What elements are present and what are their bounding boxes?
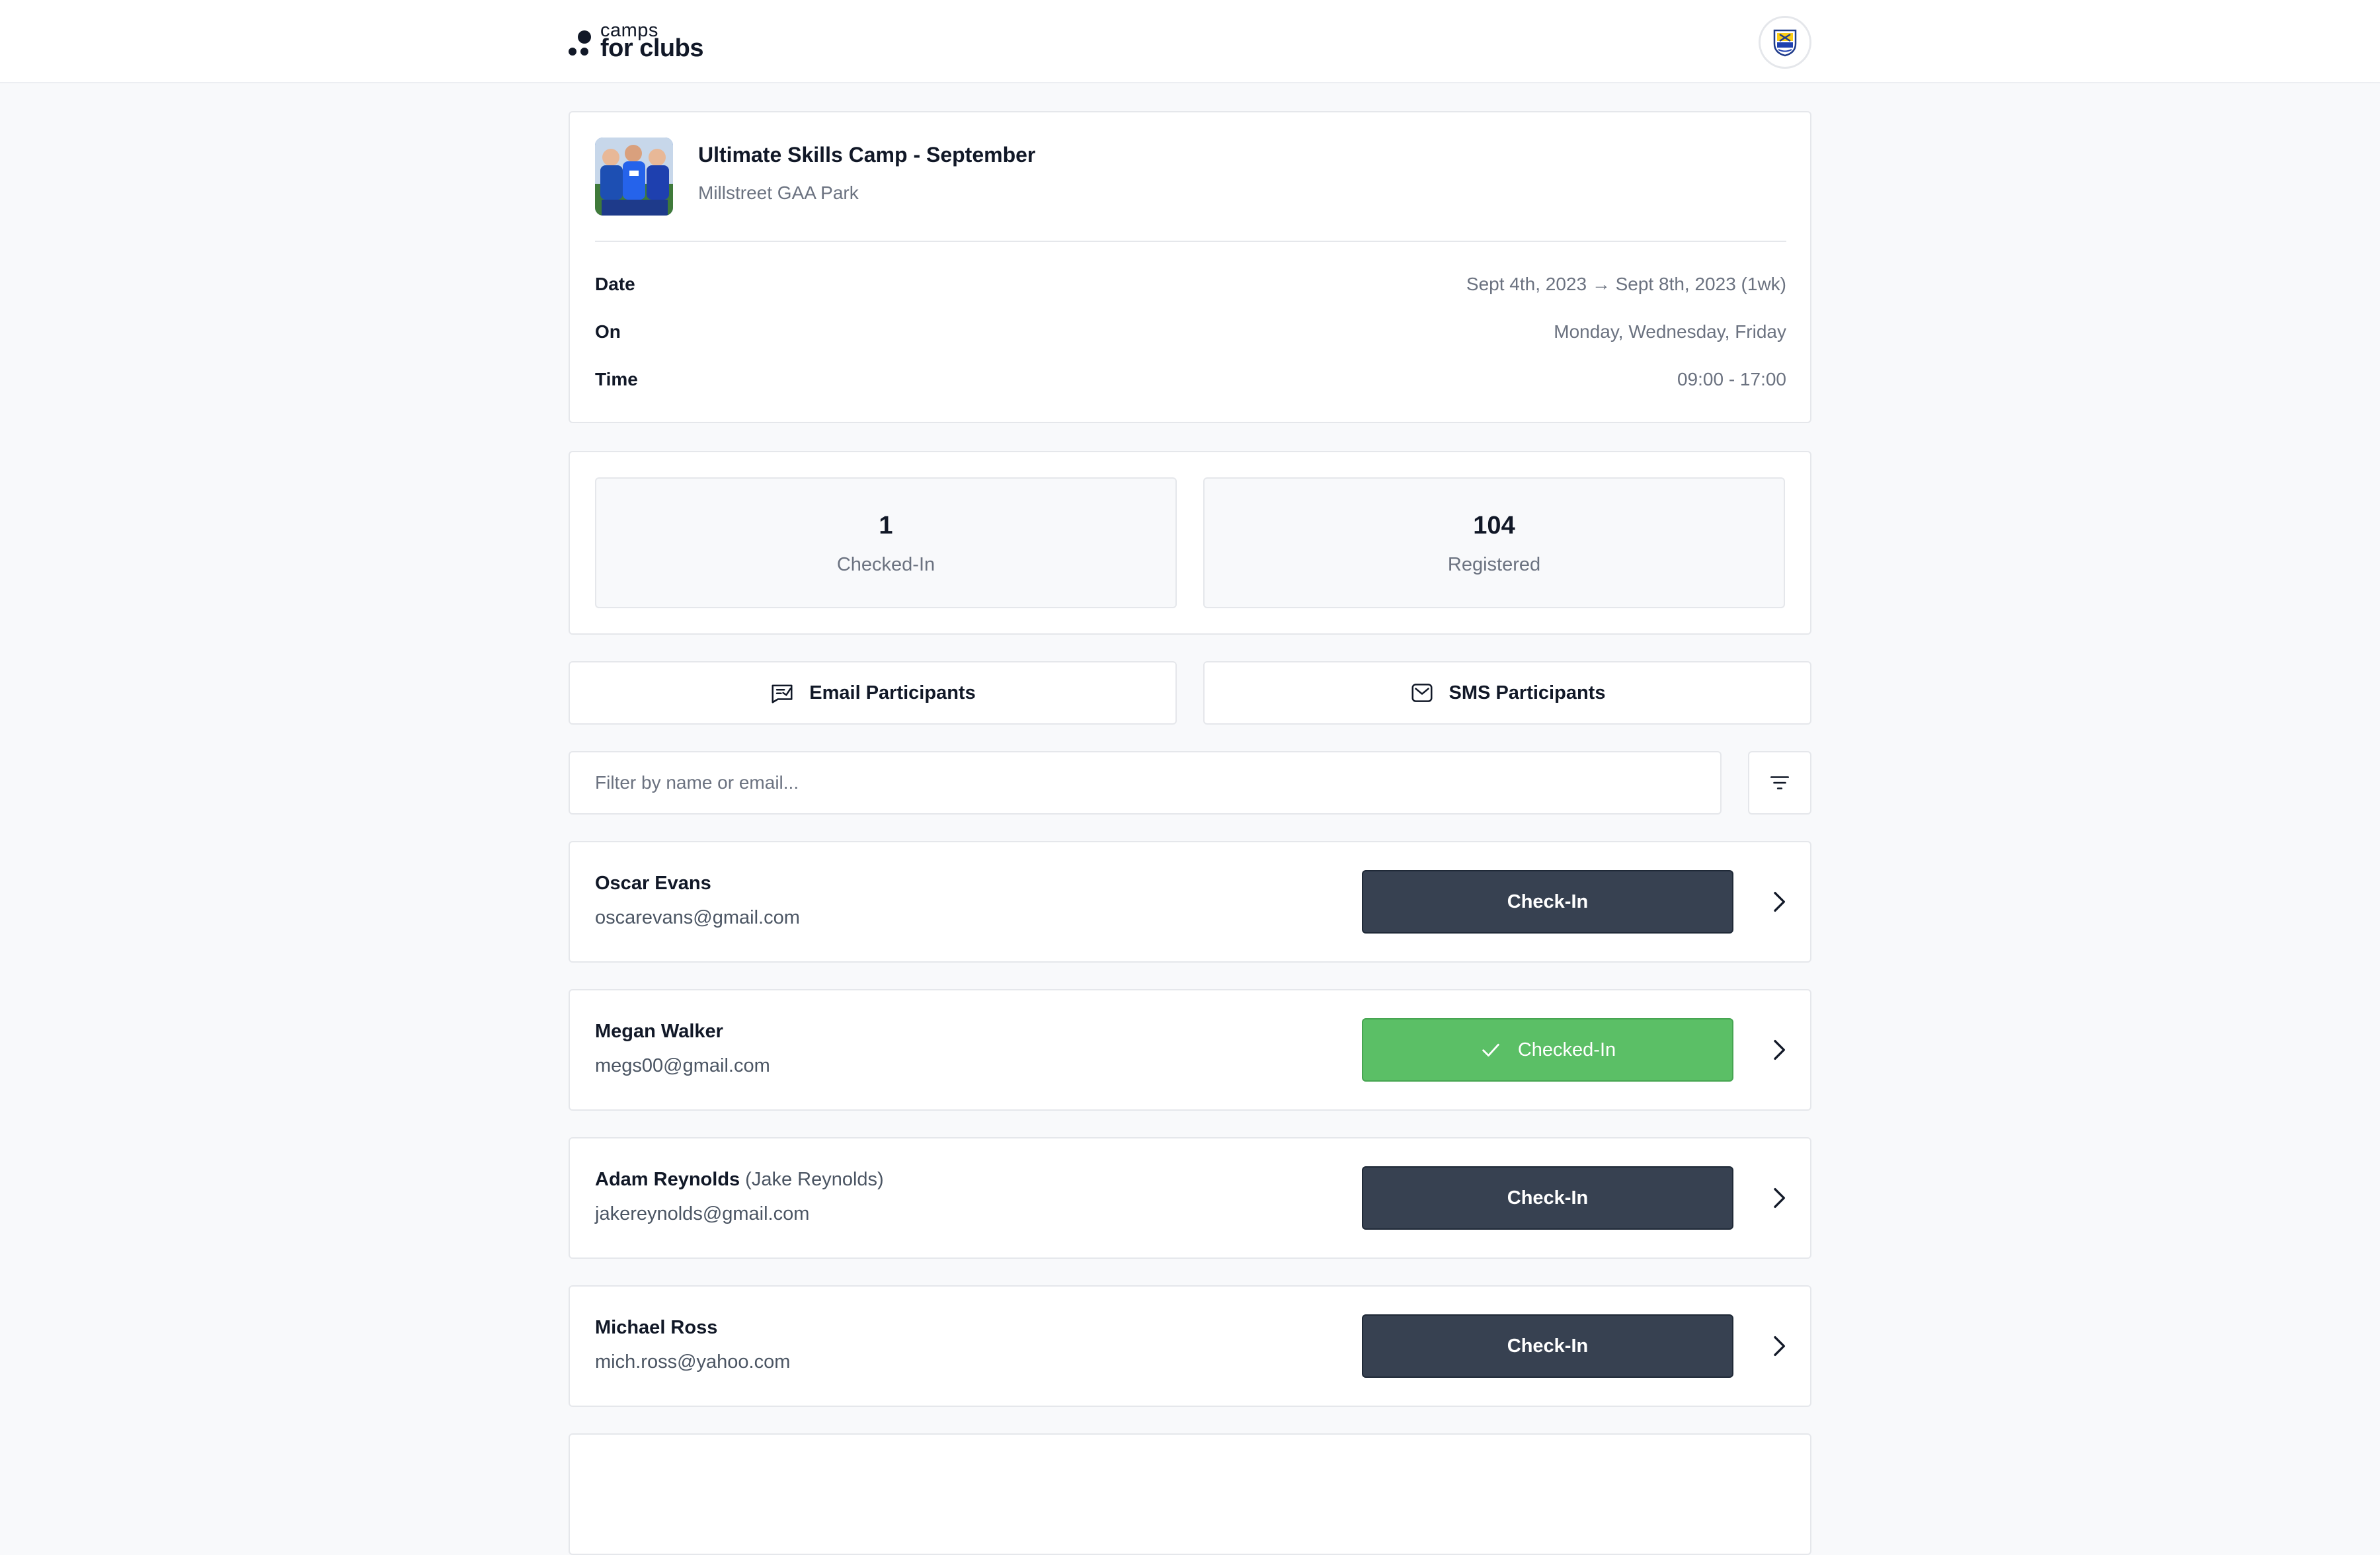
email-participants-button[interactable]: Email Participants: [569, 661, 1177, 725]
camp-thumbnail-image: [595, 138, 673, 216]
email-participants-label: Email Participants: [809, 682, 976, 703]
check-in-label: Check-In: [1507, 891, 1589, 912]
participant-name: Adam Reynolds (Jake Reynolds): [595, 1169, 884, 1191]
logo-dots-icon: [567, 28, 602, 62]
detail-row-time: Time 09:00 - 17:00: [595, 369, 1786, 395]
detail-value: Sept 4th, 2023 → Sept 8th, 2023 (1wk): [1466, 274, 1786, 294]
registered-label: Registered: [1447, 554, 1541, 575]
participant-row[interactable]: Adam Reynolds (Jake Reynolds) jakereynold…: [569, 1137, 1811, 1259]
top-bar: camps for clubs: [0, 0, 2380, 83]
checked-in-stat: 1 Checked-In: [595, 477, 1177, 608]
check-in-button[interactable]: Check-In: [1362, 1166, 1733, 1230]
participant-guardian: (Jake Reynolds): [745, 1169, 884, 1190]
check-icon: [1482, 1043, 1499, 1057]
camp-title: Ultimate Skills Camp - September: [698, 143, 1036, 167]
detail-label: Date: [595, 274, 635, 294]
filter-options-button[interactable]: [1748, 751, 1811, 815]
sms-participants-label: SMS Participants: [1448, 682, 1606, 703]
chevron-right-icon[interactable]: [1765, 1333, 1792, 1359]
attendance-stats-card: 1 Checked-In 104 Registered: [569, 451, 1811, 635]
checked-in-button[interactable]: Checked-In: [1362, 1018, 1733, 1082]
sms-participants-button[interactable]: SMS Participants: [1203, 661, 1811, 725]
participant-email: oscarevans@gmail.com: [595, 907, 800, 928]
registered-count: 104: [1473, 512, 1515, 539]
participant-filter-input[interactable]: [569, 751, 1722, 815]
detail-value: 09:00 - 17:00: [1677, 369, 1786, 389]
registered-stat: 104 Registered: [1203, 477, 1785, 608]
participant-name: Oscar Evans: [595, 873, 717, 895]
participant-name: Michael Ross: [595, 1317, 723, 1339]
filter-lines-icon: [1770, 776, 1790, 789]
camp-details-card: Ultimate Skills Camp - September Millstr…: [569, 111, 1811, 423]
participant-name-text: Oscar Evans: [595, 873, 711, 894]
check-in-button[interactable]: Check-In: [1362, 1314, 1733, 1378]
participant-email: mich.ross@yahoo.com: [595, 1351, 791, 1373]
participant-row[interactable]: Megan Walker megs00@gmail.com Checked-In: [569, 989, 1811, 1111]
check-in-button[interactable]: Check-In: [1362, 870, 1733, 934]
participant-row[interactable]: [569, 1433, 1811, 1555]
chevron-right-icon[interactable]: [1765, 889, 1792, 915]
camps-for-clubs-logo[interactable]: camps for clubs: [567, 20, 713, 62]
detail-label: On: [595, 321, 621, 342]
chevron-right-icon[interactable]: [1765, 1037, 1792, 1063]
detail-row-days: On Monday, Wednesday, Friday: [595, 321, 1786, 348]
participant-name-text: Megan Walker: [595, 1021, 723, 1042]
divider: [595, 241, 1786, 242]
envelope-icon: [1411, 684, 1433, 702]
detail-label: Time: [595, 369, 638, 389]
checked-in-count: 1: [879, 512, 893, 539]
detail-value: Monday, Wednesday, Friday: [1554, 321, 1786, 342]
participant-row[interactable]: Michael Ross mich.ross@yahoo.com Check-I…: [569, 1285, 1811, 1407]
chevron-right-icon[interactable]: [1765, 1185, 1792, 1211]
checked-in-label: Checked-In: [836, 554, 935, 575]
camp-venue: Millstreet GAA Park: [698, 182, 859, 203]
participant-name: Megan Walker: [595, 1021, 729, 1043]
participant-name-text: Michael Ross: [595, 1317, 718, 1338]
participant-email: jakereynolds@gmail.com: [595, 1203, 810, 1224]
checked-in-label: Checked-In: [1517, 1039, 1616, 1060]
club-crest-avatar[interactable]: [1759, 16, 1811, 69]
participant-row[interactable]: Oscar Evans oscarevans@gmail.com Check-I…: [569, 841, 1811, 963]
detail-row-date: Date Sept 4th, 2023 → Sept 8th, 2023 (1w…: [595, 274, 1786, 300]
check-in-label: Check-In: [1507, 1335, 1589, 1357]
club-crest-icon: [1773, 29, 1797, 57]
check-in-label: Check-In: [1507, 1187, 1589, 1209]
participant-email: megs00@gmail.com: [595, 1055, 770, 1076]
participant-name-text: Adam Reynolds: [595, 1169, 740, 1190]
email-chat-icon: [772, 684, 793, 703]
logo-text-bottom: for clubs: [600, 34, 703, 62]
